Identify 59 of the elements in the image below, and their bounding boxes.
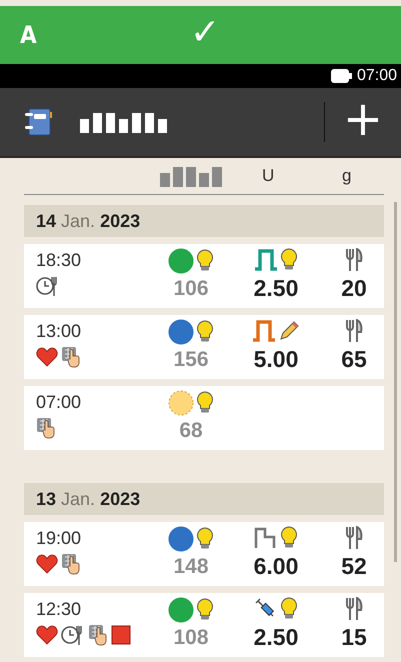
redacted-title-icon: [80, 111, 170, 133]
log-entry[interactable]: 07:00 68: [24, 386, 384, 450]
keypad-hand-icon: [36, 417, 56, 439]
heart-icon: [36, 347, 58, 367]
heart-icon: [36, 625, 58, 645]
pencil-icon: [278, 320, 300, 342]
clock-fork-icon: [36, 275, 60, 297]
insulin-value: 6.00: [254, 553, 298, 580]
lightbulb-icon: [196, 598, 214, 622]
lightbulb-icon: [196, 527, 214, 551]
heart-icon: [36, 554, 58, 574]
column-heading: g: [342, 166, 352, 186]
keypad-hand-icon: [61, 346, 81, 368]
log-entry[interactable]: 12:30 108 2.50 15: [24, 593, 384, 657]
lightbulb-icon: [280, 526, 298, 550]
glucose-value: 156: [173, 348, 209, 372]
entry-time: 07:00: [36, 392, 82, 413]
scroll-bar[interactable]: [394, 202, 397, 562]
fork-knife-icon: [344, 248, 364, 272]
fork-knife-icon: [344, 526, 364, 550]
glucose-value: 108: [173, 626, 209, 650]
profile-label: A: [20, 21, 37, 49]
entry-time: 13:00: [36, 321, 82, 342]
add-button[interactable]: +: [325, 95, 401, 149]
entry-time: 19:00: [36, 528, 82, 549]
insulin-value: 2.50: [254, 624, 298, 651]
clock-time: 07:00: [356, 67, 397, 85]
log-entry[interactable]: 18:30 106 2.50 20: [24, 244, 384, 308]
keypad-hand-icon: [88, 624, 108, 646]
clock-fork-icon: [61, 624, 85, 646]
lightbulb-icon: [196, 320, 214, 344]
insulin-value: 5.00: [254, 346, 298, 373]
redacted-column-icon: [160, 165, 222, 187]
glucose-value: 148: [173, 555, 209, 579]
carbs-value: 15: [341, 624, 367, 651]
carbs-value: 52: [341, 553, 367, 580]
log-entry[interactable]: 19:00 148 6.00 52: [24, 522, 384, 586]
fork-knife-icon: [344, 319, 364, 343]
insulin-value: 2.50: [254, 275, 298, 302]
battery-icon: [330, 69, 353, 83]
carbs-value: 65: [341, 346, 367, 373]
glucose-value: 106: [173, 277, 209, 301]
date-label: 14 Jan. 2023: [36, 210, 140, 232]
fork-knife-icon: [344, 597, 364, 621]
entry-time: 12:30: [36, 599, 82, 620]
entry-time: 18:30: [36, 250, 82, 271]
stop-icon: [111, 625, 131, 645]
lightbulb-icon: [196, 391, 214, 415]
keypad-hand-icon: [61, 553, 81, 575]
lightbulb-icon: [196, 249, 214, 273]
glucose-value: 68: [179, 419, 203, 443]
date-label: 13 Jan. 2023: [36, 488, 140, 510]
lightbulb-icon: [280, 248, 298, 272]
carbs-value: 20: [341, 275, 367, 302]
notebook-icon: [24, 107, 54, 137]
log-entry[interactable]: 13:00 156 5.00 65: [24, 315, 384, 379]
column-heading: U: [262, 166, 274, 186]
lightbulb-icon: [280, 597, 298, 621]
step-pulse-icon: [254, 526, 278, 550]
